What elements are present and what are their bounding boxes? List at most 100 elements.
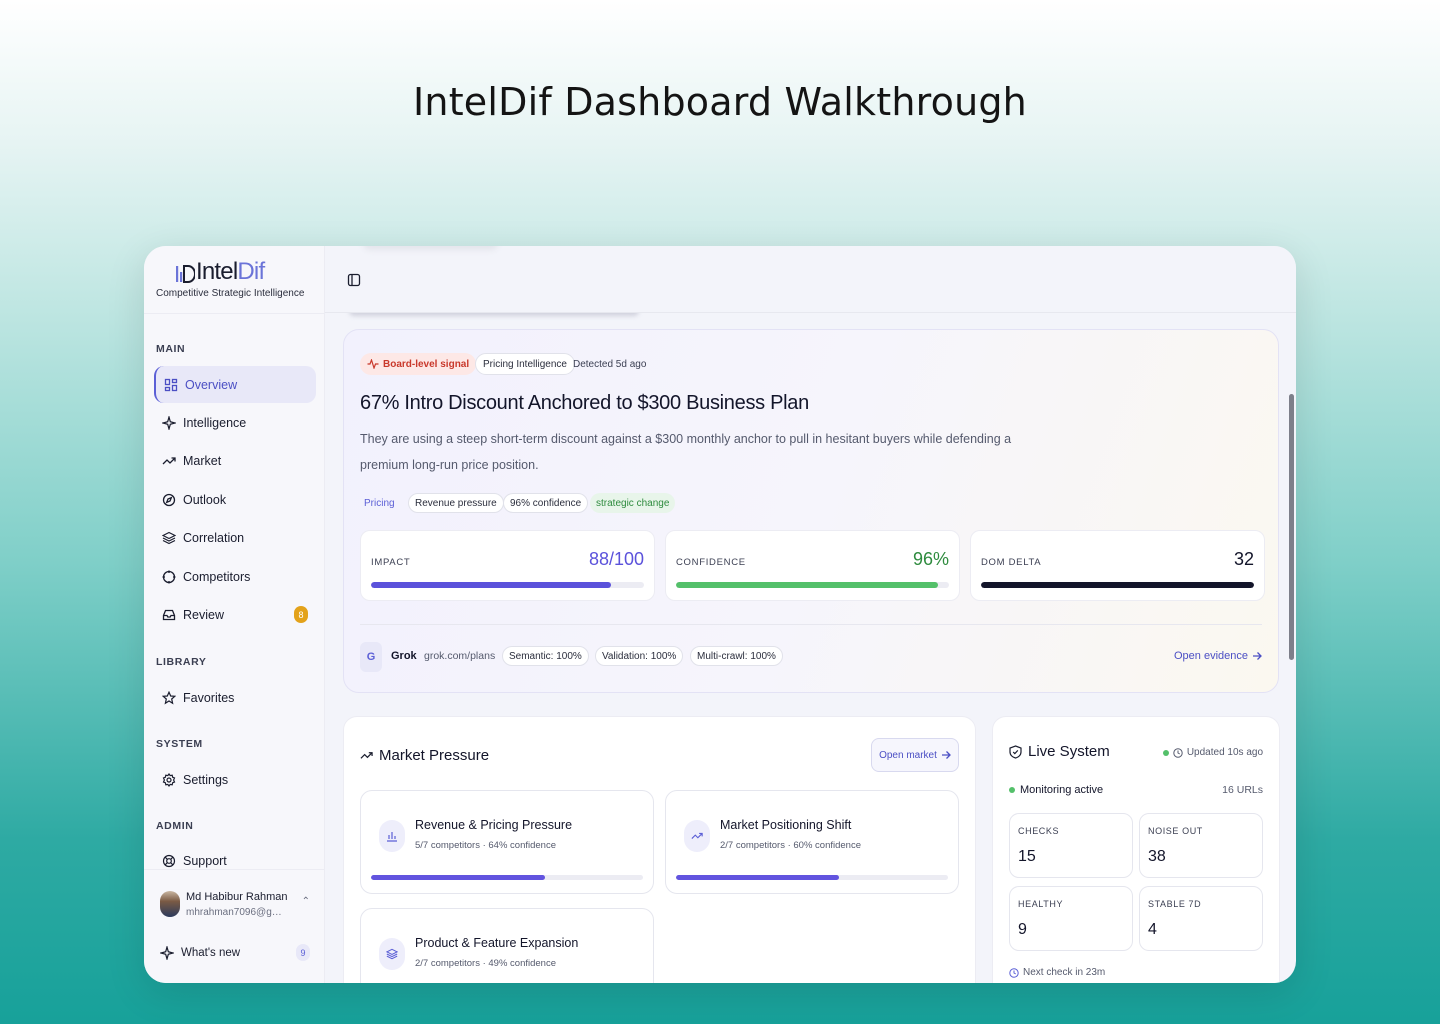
tag-pricing: Pricing: [364, 497, 395, 509]
whats-new-label: What's new: [181, 947, 241, 959]
sidebar-toggle-icon[interactable]: [347, 273, 361, 287]
market-pressure-title-text: Market Pressure: [379, 747, 490, 764]
validation-badge: Validation: 100%: [595, 646, 684, 666]
pressure-subtitle: 5/7 competitors · 64% confidence: [415, 840, 556, 851]
stat-stable-7d: STABLE 7D 4: [1139, 886, 1263, 951]
next-check: Next check in 23m: [1009, 967, 1105, 978]
sidebar-item-support[interactable]: Support: [154, 843, 316, 879]
sidebar-item-label: Intelligence: [183, 415, 247, 430]
sidebar: IntelDif Competitive Strategic Intellige…: [144, 246, 325, 983]
user-menu[interactable]: Md Habibur Rahman mhrahman7096@gmail... …: [160, 886, 320, 922]
open-evidence-link[interactable]: Open evidence: [1174, 650, 1262, 662]
top-bar: [325, 246, 1296, 313]
monitoring-text: Monitoring active: [1020, 784, 1104, 796]
sidebar-item-label: Settings: [183, 772, 229, 787]
sparkles-icon: [158, 944, 176, 962]
logo-name-a: Intel: [196, 258, 238, 285]
pressure-title: Market Positioning Shift: [720, 818, 852, 832]
live-system-title-text: Live System: [1028, 743, 1110, 760]
trending-up-icon: [684, 820, 710, 852]
star-icon: [162, 690, 176, 705]
pressure-bar-fill: [371, 875, 546, 880]
inbox-icon: [162, 608, 176, 622]
sidebar-item-label: Review: [183, 607, 224, 622]
signal-description: They are using a steep short-term discou…: [360, 432, 1012, 472]
metric-label: IMPACT: [371, 557, 411, 568]
sparkles-icon: [162, 415, 176, 430]
sidebar-item-competitors[interactable]: Competitors: [154, 558, 316, 595]
lifebuoy-icon: [162, 854, 176, 868]
pressure-title: Revenue & Pricing Pressure: [415, 818, 573, 832]
logo[interactable]: IntelDif Competitive Strategic Intellige…: [156, 258, 321, 300]
monitoring-status: Monitoring active: [1009, 784, 1103, 796]
stat-label: NOISE OUT: [1148, 826, 1203, 836]
layers-icon: [379, 938, 405, 970]
trending-up-icon: [162, 454, 176, 468]
sidebar-item-outlook[interactable]: Outlook: [154, 481, 316, 518]
stat-healthy: HEALTHY 9: [1009, 886, 1133, 951]
last-updated: Updated 10s ago: [1162, 747, 1263, 758]
next-check-text: Next check in 23m: [1023, 967, 1106, 978]
metric-bar: [676, 582, 949, 588]
sidebar-item-label: Support: [183, 854, 227, 868]
stat-value: 4: [1148, 921, 1157, 938]
sidebar-divider: [144, 313, 324, 314]
pressure-card-revenue[interactable]: Revenue & Pricing Pressure 5/7 competito…: [360, 790, 654, 894]
signal-title: 67% Intro Discount Anchored to $300 Busi…: [360, 392, 809, 414]
open-market-button[interactable]: Open market: [871, 738, 959, 772]
sidebar-item-market[interactable]: Market: [154, 442, 316, 479]
tag-strategic-change: strategic change: [590, 493, 676, 513]
sidebar-item-settings[interactable]: Settings: [154, 761, 316, 798]
metric-value: 96%: [912, 549, 949, 569]
clock-icon: [1173, 747, 1183, 758]
main-content: Board-level signal Pricing Intelligence …: [325, 246, 1296, 983]
sidebar-item-correlation[interactable]: Correlation: [154, 519, 316, 556]
grid-icon: [164, 378, 178, 392]
stat-value: 38: [1148, 848, 1166, 865]
metric-label: DOM DELTA: [981, 557, 1042, 568]
status-dot: [1009, 787, 1015, 793]
source-url[interactable]: grok.com/plans: [424, 650, 495, 662]
signal-card: Board-level signal Pricing Intelligence …: [343, 329, 1279, 693]
metric-bar-fill: [981, 582, 1254, 588]
whats-new-count: 9: [296, 944, 310, 961]
section-label-library: LIBRARY: [156, 656, 207, 668]
metric-bar: [981, 582, 1254, 588]
signal-label: Board-level signal: [383, 358, 470, 370]
source-avatar: G: [360, 642, 382, 672]
sidebar-item-label: Market: [183, 453, 222, 468]
pressure-bar-fill: [676, 875, 840, 880]
sidebar-item-intelligence[interactable]: Intelligence: [154, 404, 316, 441]
clock-icon: [1009, 967, 1019, 978]
arrow-right-icon: [941, 751, 951, 759]
source-name: Grok: [391, 650, 417, 662]
metric-label: CONFIDENCE: [676, 557, 746, 568]
confidence-metric: CONFIDENCE 96%: [665, 530, 960, 601]
stat-checks: CHECKS 15: [1009, 813, 1133, 878]
shield-check-icon: [1009, 744, 1022, 759]
impact-metric: IMPACT 88/100: [360, 530, 655, 601]
scrollbar[interactable]: [1289, 394, 1294, 660]
pressure-bar: [676, 875, 948, 880]
pressure-card-product[interactable]: Product & Feature Expansion 2/7 competit…: [360, 908, 654, 983]
compass-icon: [162, 493, 176, 507]
whats-new-link[interactable]: What's new 9: [158, 943, 310, 963]
page-title: IntelDif Dashboard Walkthrough: [413, 80, 1027, 124]
sidebar-item-overview[interactable]: Overview: [154, 366, 316, 403]
sidebar-item-review[interactable]: Review 8: [154, 596, 316, 633]
sidebar-item-label: Favorites: [183, 690, 235, 705]
live-system-card: Live System Updated 10s ago Monitoring a…: [992, 716, 1280, 983]
logo-name-b: Dif: [237, 258, 265, 285]
logo-tagline: Competitive Strategic Intelligence: [156, 288, 305, 299]
sidebar-item-favorites[interactable]: Favorites: [154, 679, 316, 716]
stat-noise-out: NOISE OUT 38: [1139, 813, 1263, 878]
metric-bar: [371, 582, 644, 588]
sidebar-item-label: Competitors: [183, 569, 251, 584]
stat-label: CHECKS: [1018, 826, 1060, 836]
sidebar-item-label: Overview: [185, 377, 238, 392]
chevron-up-icon[interactable]: ⌃: [302, 896, 310, 907]
activity-icon: [367, 359, 379, 369]
pressure-card-positioning[interactable]: Market Positioning Shift 2/7 competitors…: [665, 790, 959, 894]
trending-up-icon: [360, 752, 373, 759]
sidebar-footer-divider: [144, 869, 324, 870]
